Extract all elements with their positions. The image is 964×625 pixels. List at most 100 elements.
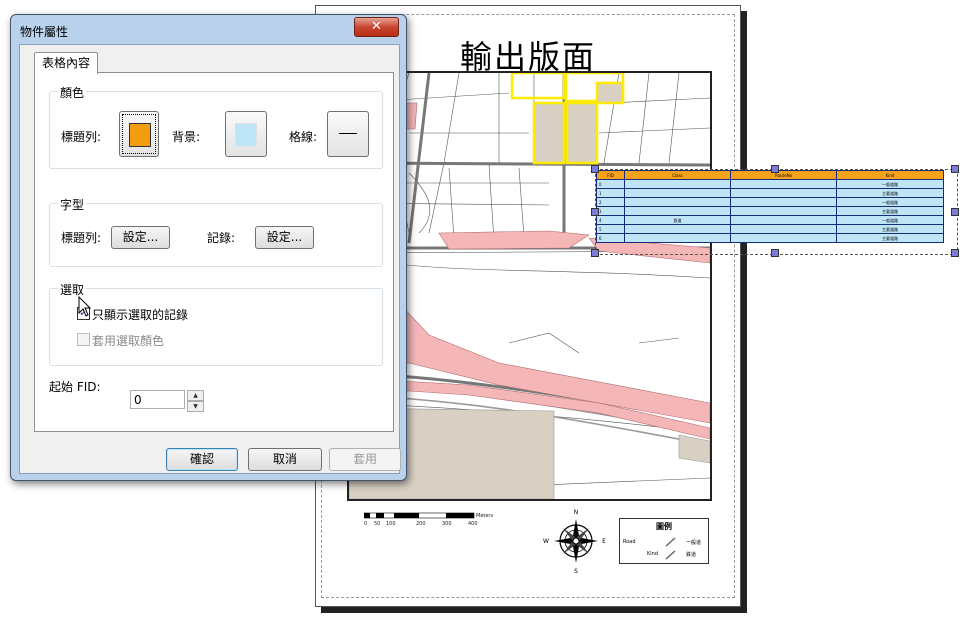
table-header: Class bbox=[624, 170, 731, 180]
resize-handle[interactable] bbox=[771, 165, 779, 173]
legend-item-label: Kind bbox=[647, 551, 659, 557]
resize-handle[interactable] bbox=[951, 249, 959, 257]
scale-tick-label: 100 bbox=[386, 521, 396, 527]
grid-color-label: 格線: bbox=[289, 130, 318, 144]
legend[interactable]: 圖例 Road 一般道 Kind 鉄道 bbox=[619, 518, 709, 564]
table-cell bbox=[624, 179, 731, 189]
legend-item-value: 一般道 bbox=[686, 540, 702, 546]
table-cell: 主要道路 bbox=[836, 233, 944, 243]
color-group-label: 顏色 bbox=[58, 84, 87, 101]
table-cell bbox=[730, 197, 837, 207]
table-cell bbox=[624, 224, 731, 234]
table-cell bbox=[730, 215, 837, 225]
grid-color-button[interactable] bbox=[327, 111, 369, 157]
table-row: 6 主要道路 bbox=[596, 233, 944, 243]
table-header: Kind bbox=[836, 170, 944, 180]
cancel-button[interactable]: 取消 bbox=[248, 448, 322, 471]
resize-handle[interactable] bbox=[951, 208, 959, 216]
legend-item-label: Road bbox=[623, 539, 636, 545]
table-cell: 1 bbox=[596, 188, 625, 198]
legend-title: 圖例 bbox=[656, 522, 672, 531]
north-arrow-icon[interactable]: N S E W bbox=[541, 504, 611, 574]
scale-tick-label: 200 bbox=[416, 521, 426, 527]
header-color-swatch bbox=[129, 123, 151, 147]
background-color-label: 背景: bbox=[172, 130, 201, 144]
start-fid-label: 起始 FID: bbox=[49, 380, 101, 394]
dialog-title: 物件屬性 bbox=[20, 25, 69, 39]
grid-line-swatch bbox=[339, 133, 357, 134]
table-header: RouteNo bbox=[730, 170, 837, 180]
table-cell: 3 bbox=[596, 206, 625, 216]
table-cell bbox=[624, 233, 731, 243]
table-row: 2 一般道路 bbox=[596, 197, 944, 207]
attribute-table-element[interactable]: FID Class RouteNo Kind 0 一般道路 1 主要道路 2 一般道路… bbox=[591, 165, 959, 257]
table-row: 5 主要道路 bbox=[596, 224, 944, 234]
ok-button[interactable]: 確認 bbox=[166, 448, 238, 471]
background-color-swatch bbox=[235, 123, 257, 147]
dialog-client: 表格內容 顏色 標題列: 背景: 格線: 字型 標題列: 設定... 記錄: 設… bbox=[19, 44, 401, 474]
table-cell bbox=[730, 233, 837, 243]
table-cell: 2 bbox=[596, 197, 625, 207]
resize-handle[interactable] bbox=[591, 249, 599, 257]
table-row: 1 主要道路 bbox=[596, 188, 944, 198]
table-cell bbox=[730, 188, 837, 198]
header-font-button[interactable]: 設定... bbox=[111, 226, 170, 249]
scale-unit-label: Meters bbox=[476, 513, 494, 519]
color-group: 顏色 標題列: 背景: 格線: bbox=[49, 84, 383, 169]
legend-item-value: 鉄道 bbox=[686, 552, 697, 558]
scale-tick-label: 300 bbox=[442, 521, 452, 527]
table-row: 0 一般道路 bbox=[596, 179, 944, 189]
attribute-table: FID Class RouteNo Kind 0 一般道路 1 主要道路 2 一般道路… bbox=[596, 170, 944, 243]
close-button[interactable]: ✕ bbox=[354, 17, 399, 37]
legend-symbol-icon bbox=[665, 537, 676, 560]
only-selected-label[interactable]: 只顯示選取的記錄 bbox=[92, 306, 188, 323]
tab-table-content[interactable]: 表格內容 bbox=[34, 52, 98, 74]
font-group: 字型 標題列: 設定... 記錄: 設定... bbox=[49, 196, 383, 267]
table-cell: 主要道路 bbox=[836, 188, 944, 198]
table-cell: 一般道路 bbox=[836, 179, 944, 189]
north-label: N bbox=[574, 509, 579, 516]
table-cell: 一般道路 bbox=[836, 215, 944, 225]
table-cell: 一般道路 bbox=[836, 197, 944, 207]
table-cell: 主要道路 bbox=[836, 224, 944, 234]
scale-tick-label: 0 bbox=[364, 521, 368, 527]
table-row: 4 鉄道 一般道路 bbox=[596, 215, 944, 225]
dialog-titlebar[interactable]: 物件屬性 ✕ bbox=[11, 15, 406, 43]
table-cell bbox=[730, 179, 837, 189]
header-color-button[interactable] bbox=[119, 111, 159, 157]
resize-handle[interactable] bbox=[951, 165, 959, 173]
record-font-label: 記錄: bbox=[207, 231, 236, 245]
table-cell: 6 bbox=[596, 233, 625, 243]
spin-up-icon[interactable]: ▲ bbox=[187, 390, 204, 401]
apply-selection-color-label: 套用選取顏色 bbox=[92, 334, 165, 348]
table-cell bbox=[730, 224, 837, 234]
font-group-label: 字型 bbox=[58, 196, 87, 213]
spin-down-icon[interactable]: ▼ bbox=[187, 401, 204, 412]
apply-selection-color-checkbox[interactable] bbox=[77, 333, 90, 346]
header-color-label: 標題列: bbox=[61, 130, 102, 144]
resize-handle[interactable] bbox=[771, 249, 779, 257]
apply-button[interactable]: 套用 bbox=[329, 448, 401, 471]
selection-group: 選取 ✓ 只顯示選取的記錄 套用選取顏色 bbox=[49, 281, 383, 366]
table-cell: 4 bbox=[596, 215, 625, 225]
mouse-cursor-icon bbox=[78, 296, 92, 317]
table-cell bbox=[624, 206, 731, 216]
table-cell bbox=[624, 188, 731, 198]
south-label: S bbox=[574, 568, 578, 574]
record-font-button[interactable]: 設定... bbox=[255, 226, 314, 249]
table-row: 3 主要道路 bbox=[596, 206, 944, 216]
scale-bar[interactable] bbox=[364, 512, 494, 520]
resize-handle[interactable] bbox=[591, 165, 599, 173]
header-font-label: 標題列: bbox=[61, 231, 102, 245]
start-fid-input[interactable]: 0 bbox=[130, 390, 185, 409]
table-cell: 主要道路 bbox=[836, 206, 944, 216]
properties-dialog: 物件屬性 ✕ 表格內容 顏色 標題列: 背景: 格線: 字型 標題列: 設定..… bbox=[10, 14, 407, 481]
table-cell bbox=[730, 206, 837, 216]
scale-tick-label: 400 bbox=[468, 521, 478, 527]
west-label: W bbox=[543, 538, 549, 545]
background-color-button[interactable] bbox=[225, 111, 267, 157]
table-cell: 0 bbox=[596, 179, 625, 189]
table-cell: 5 bbox=[596, 224, 625, 234]
start-fid-spinner[interactable]: ▲ ▼ bbox=[187, 390, 204, 412]
resize-handle[interactable] bbox=[591, 208, 599, 216]
